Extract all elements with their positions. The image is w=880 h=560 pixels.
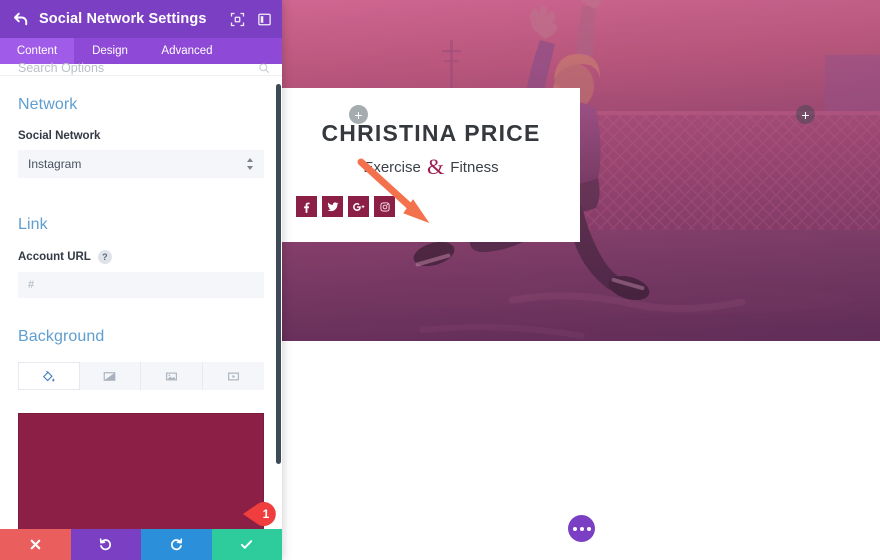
add-module-button-left[interactable]: + — [349, 105, 368, 124]
twitter-icon — [327, 201, 338, 211]
undo-button[interactable] — [70, 529, 141, 560]
paint-bucket-icon — [43, 370, 55, 382]
network-section-title: Network — [18, 96, 78, 113]
check-icon — [241, 540, 253, 549]
instagram-icon — [380, 202, 390, 212]
search-input[interactable]: Search Options — [18, 61, 104, 75]
search-icon[interactable] — [258, 62, 270, 74]
panel-title: Social Network Settings — [39, 11, 207, 27]
ellipsis-icon — [579, 526, 584, 531]
step-marker-number: 1 — [262, 507, 270, 521]
link-section-title: Link — [18, 216, 48, 233]
network-section: Network Social Network Instagram — [0, 96, 282, 178]
promo-card-title: CHRISTINA PRICE — [321, 120, 541, 146]
account-url-placeholder: # — [28, 279, 35, 291]
account-url-label: Account URL ? — [18, 250, 264, 264]
preview-canvas: + + CHRISTINA PRICE Exercise & Fitness — [282, 0, 880, 560]
video-icon — [227, 372, 239, 380]
subtitle-after: Fitness — [446, 159, 499, 176]
link-section: Link Account URL ? # — [0, 216, 282, 298]
expand-icon[interactable] — [230, 12, 245, 27]
image-icon — [165, 372, 177, 380]
close-icon — [30, 539, 41, 550]
undo-icon — [100, 538, 112, 551]
ellipsis-icon — [572, 526, 577, 531]
panel-scrollbar[interactable] — [276, 76, 281, 529]
account-url-input[interactable]: # — [18, 272, 264, 298]
help-icon[interactable]: ? — [97, 250, 112, 264]
step-marker-1: 1 — [243, 501, 279, 527]
search-options-row: Search Options — [0, 61, 282, 76]
background-color-tab[interactable] — [18, 362, 80, 390]
settings-panel: Social Network Settings Content Design A… — [0, 0, 282, 560]
panel-scroll-body: Network Social Network Instagram Link Ac… — [0, 76, 282, 529]
social-link-twitter[interactable] — [322, 196, 343, 217]
background-section: Background — [0, 328, 282, 529]
plus-icon: + — [354, 106, 363, 123]
gradient-icon — [103, 371, 116, 381]
select-caret-icon — [247, 158, 253, 170]
plus-icon: + — [801, 106, 810, 123]
subtitle-before: Exercise — [363, 159, 426, 176]
social-link-instagram[interactable] — [374, 196, 395, 217]
close-button[interactable] — [0, 529, 71, 560]
save-button[interactable] — [211, 529, 282, 560]
app-root: + + CHRISTINA PRICE Exercise & Fitness S… — [0, 0, 880, 560]
background-section-title: Background — [18, 328, 105, 345]
add-module-button-right[interactable]: + — [796, 105, 815, 124]
social-network-select[interactable]: Instagram — [18, 150, 264, 178]
google-plus-icon — [352, 202, 364, 211]
redo-icon — [170, 538, 182, 551]
ampersand-glyph: & — [427, 154, 445, 179]
background-video-tab[interactable] — [203, 362, 265, 390]
background-gradient-tab[interactable] — [80, 362, 141, 390]
layout-toggle-icon[interactable] — [257, 12, 272, 27]
promo-card: CHRISTINA PRICE Exercise & Fitness — [282, 88, 580, 242]
social-network-label: Social Network — [18, 130, 101, 142]
social-link-facebook[interactable] — [296, 196, 317, 217]
panel-action-bar — [0, 529, 282, 560]
more-options-button[interactable] — [568, 515, 595, 542]
facebook-icon — [303, 202, 310, 213]
promo-card-subtitle: Exercise & Fitness — [296, 154, 580, 180]
background-type-tabs — [18, 362, 264, 390]
background-color-swatch[interactable] — [18, 413, 264, 529]
panel-header-tools — [230, 12, 272, 27]
social-network-value: Instagram — [28, 157, 82, 171]
social-link-google-plus[interactable] — [348, 196, 369, 217]
panel-scrollbar-thumb[interactable] — [276, 84, 281, 464]
back-arrow-icon[interactable] — [12, 10, 30, 28]
redo-button[interactable] — [141, 529, 212, 560]
background-image-tab[interactable] — [141, 362, 203, 390]
social-icon-row — [296, 196, 580, 217]
ellipsis-icon — [586, 526, 591, 531]
hero-section: + + CHRISTINA PRICE Exercise & Fitness — [282, 0, 880, 341]
panel-header: Social Network Settings — [0, 0, 282, 38]
